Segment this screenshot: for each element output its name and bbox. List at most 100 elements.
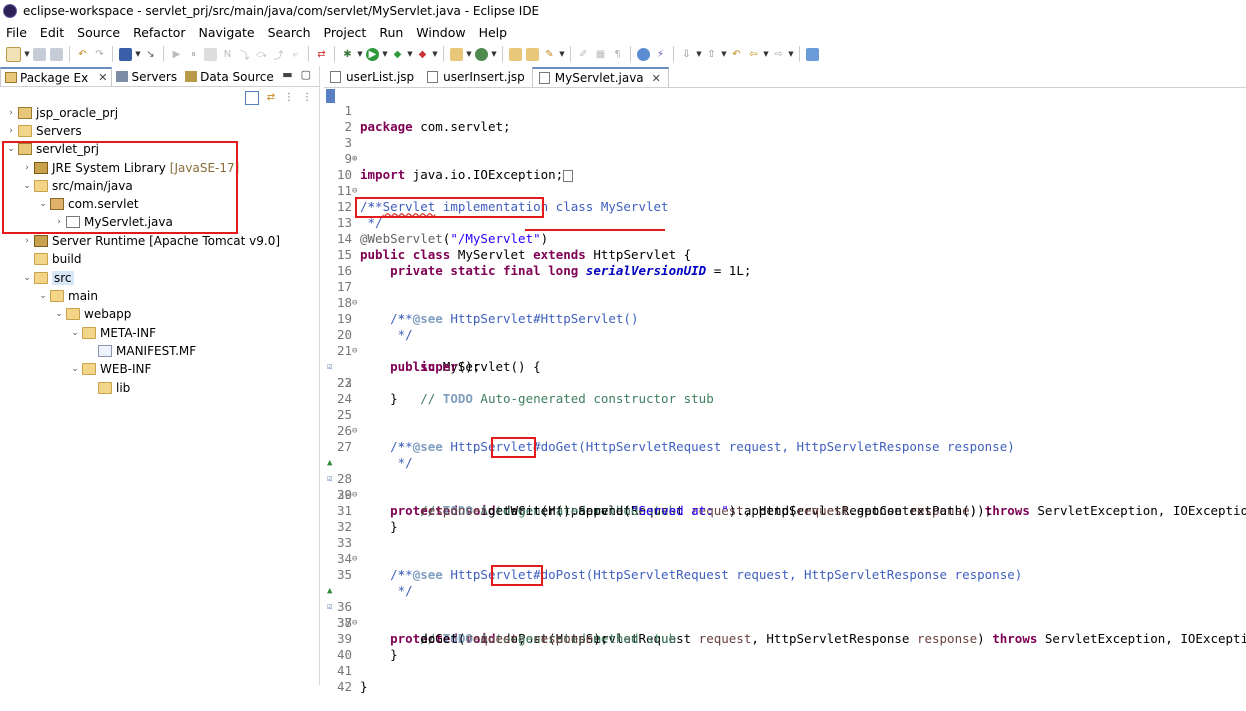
search-icon[interactable]: ✎ [543, 48, 556, 61]
tab-package-explorer[interactable]: Package Ex ✕ [0, 67, 113, 86]
toolbar-separator [570, 46, 571, 62]
previous-annotation-dropdown-icon[interactable]: ▼ [721, 48, 727, 61]
tree-item-meta-inf[interactable]: ⌄ META-INF [70, 324, 156, 342]
forward-dropdown-icon[interactable]: ▼ [788, 48, 794, 61]
debug-icon[interactable]: ✱ [341, 48, 354, 61]
menu-run[interactable]: Run [373, 25, 410, 40]
tree-item-server-runtime[interactable]: › Server Runtime [Apache Tomcat v9.0] [22, 232, 280, 250]
menu-help[interactable]: Help [473, 25, 515, 40]
menu-edit[interactable]: Edit [34, 25, 71, 40]
undo-icon[interactable]: ↶ [76, 48, 89, 61]
tab-label: Package Ex [20, 70, 89, 85]
console-dropdown-icon[interactable]: ▼ [135, 48, 141, 61]
console-icon[interactable] [119, 47, 132, 61]
new-icon[interactable] [6, 46, 21, 62]
tree-item-webapp[interactable]: ⌄ webapp [54, 305, 131, 323]
menu-project[interactable]: Project [318, 25, 374, 40]
tree-item-main[interactable]: ⌄ main [38, 287, 98, 305]
tab-data-source[interactable]: Data Source [181, 67, 278, 86]
next-annotation-icon[interactable]: ⇩ [680, 48, 693, 61]
open-type-icon[interactable] [509, 47, 522, 61]
code-line: 32 [324, 503, 1246, 534]
toggle-block-selection-icon[interactable]: ▦ [594, 48, 607, 61]
pin-editor-icon[interactable] [806, 47, 819, 61]
terminate-icon[interactable] [204, 47, 217, 61]
tree-item-manifest-mf[interactable]: MANIFEST.MF [86, 342, 196, 360]
collapse-icon[interactable]: ⌄ [70, 364, 80, 374]
tree-item-build[interactable]: build [22, 250, 82, 268]
link-with-editor-icon[interactable]: ⇄ [265, 92, 277, 104]
step-over-icon[interactable]: ⤼ [255, 48, 268, 61]
new-java-project-icon[interactable] [450, 47, 463, 61]
collapse-icon[interactable]: ⌄ [70, 328, 80, 338]
tree-item-web-inf[interactable]: ⌄ WEB-INF [70, 360, 151, 378]
menu-file[interactable]: File [0, 25, 34, 40]
globe-icon[interactable] [637, 47, 650, 61]
external-tools-dropdown-icon[interactable]: ▼ [432, 48, 438, 61]
tab-servers[interactable]: Servers [112, 67, 181, 86]
skip-breakpoints-icon[interactable]: ↘ [144, 48, 157, 61]
close-icon[interactable]: ✕ [652, 72, 661, 85]
collapse-all-icon[interactable] [245, 91, 259, 105]
previous-annotation-icon[interactable]: ⇧ [705, 48, 718, 61]
run-dropdown-icon[interactable]: ▼ [382, 48, 388, 61]
maximize-icon[interactable]: ▢ [301, 68, 311, 81]
tree-item-jsp-oracle-prj[interactable]: › jsp_oracle_prj [6, 104, 118, 122]
filter-icon[interactable]: ⋮ [283, 92, 295, 104]
toolbar-separator [630, 46, 631, 62]
code-line: 15 private static final long serialVersi… [324, 231, 1246, 278]
run-server-icon[interactable]: ◆ [391, 48, 404, 61]
open-task-icon[interactable] [526, 47, 539, 61]
menu-window[interactable]: Window [410, 25, 472, 40]
back-dropdown-icon[interactable]: ▼ [763, 48, 769, 61]
new-class-dropdown-icon[interactable]: ▼ [491, 48, 497, 61]
new-dropdown-icon[interactable]: ▼ [24, 48, 30, 61]
debug-dropdown-icon[interactable]: ▼ [357, 48, 363, 61]
disconnect-icon[interactable]: N [221, 48, 234, 61]
collapse-icon[interactable]: ⌄ [38, 291, 48, 301]
expand-icon[interactable]: › [6, 108, 16, 118]
tab-userlist-jsp[interactable]: userList.jsp [324, 67, 421, 87]
last-edit-location-icon[interactable]: ↶ [730, 48, 743, 61]
tab-myservlet-java[interactable]: MyServlet.java ✕ [531, 67, 669, 87]
expand-icon[interactable]: › [6, 126, 16, 136]
tree-item-src[interactable]: ⌄ src [22, 269, 74, 287]
search-dropdown-icon[interactable]: ▼ [559, 48, 565, 61]
annotation-icon[interactable]: ⚡ [654, 48, 667, 61]
tab-userinsert-jsp[interactable]: userInsert.jsp [421, 67, 532, 87]
run-server-dropdown-icon[interactable]: ▼ [407, 48, 413, 61]
run-icon[interactable]: ▶ [366, 47, 379, 61]
show-whitespace-icon[interactable]: ¶ [611, 48, 624, 61]
view-menu-icon[interactable]: ⋮ [301, 92, 313, 104]
resume-icon[interactable]: ▶ [170, 48, 183, 61]
save-icon[interactable] [33, 47, 46, 61]
save-all-icon[interactable] [50, 47, 63, 61]
menu-refactor[interactable]: Refactor [127, 25, 192, 40]
step-into-icon[interactable]: ⤵ [238, 48, 251, 62]
back-icon[interactable]: ⇦ [747, 48, 760, 61]
expand-icon[interactable]: › [22, 236, 32, 246]
new-class-icon[interactable] [475, 47, 488, 61]
folder-open-icon [82, 363, 96, 375]
collapse-icon[interactable]: ⌄ [22, 273, 32, 283]
use-step-filters-icon[interactable]: ⇄ [315, 48, 328, 61]
next-annotation-dropdown-icon[interactable]: ▼ [696, 48, 702, 61]
new-java-project-dropdown-icon[interactable]: ▼ [466, 48, 472, 61]
menu-navigate[interactable]: Navigate [193, 25, 262, 40]
close-icon[interactable]: ✕ [98, 71, 107, 84]
step-return-icon[interactable]: ⤴ [272, 48, 285, 62]
external-tools-icon[interactable]: ◆ [416, 48, 429, 61]
toggle-mark-occurrences-icon[interactable]: ✐ [577, 48, 590, 61]
collapse-icon[interactable]: ⌄ [54, 309, 64, 319]
tree-item-servers[interactable]: › Servers [6, 122, 81, 140]
highlight-box-dopost [491, 565, 543, 586]
redo-icon[interactable]: ↷ [93, 48, 106, 61]
menu-search[interactable]: Search [262, 25, 318, 40]
forward-icon[interactable]: ⇨ [772, 48, 785, 61]
tree-item-lib[interactable]: lib [86, 379, 130, 397]
minimize-icon[interactable]: ▬ [282, 68, 292, 81]
drop-frame-icon[interactable]: ⤶ [289, 48, 302, 61]
menu-source[interactable]: Source [71, 25, 127, 40]
suspend-icon[interactable]: ⏸ [187, 48, 200, 61]
folder-open-icon [82, 327, 96, 339]
